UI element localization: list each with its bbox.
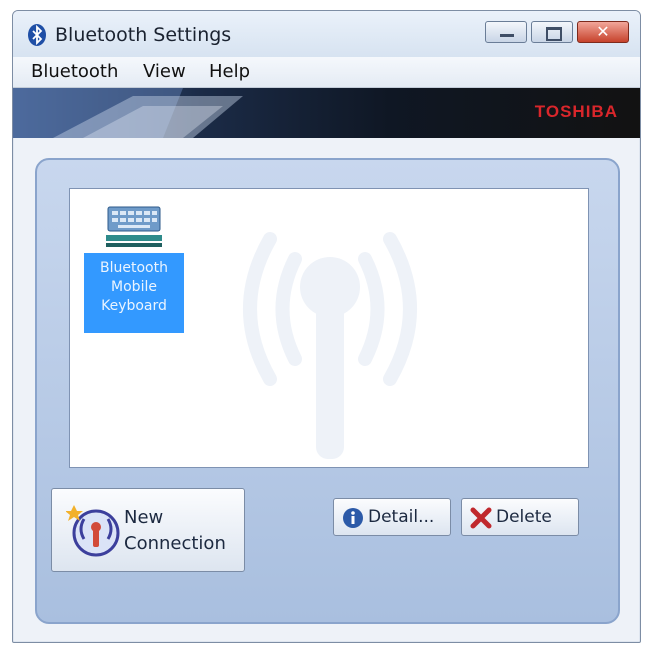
menu-bar: Bluetooth View Help — [13, 57, 640, 88]
window-title: Bluetooth Settings — [55, 24, 232, 46]
keyboard-icon — [106, 206, 162, 247]
menu-help[interactable]: Help — [209, 61, 250, 82]
close-icon: ✕ — [596, 22, 610, 41]
bluetooth-signal-watermark-icon — [243, 232, 417, 459]
laptop-graphic-icon — [13, 88, 243, 138]
brand-banner: TOSHIBA — [13, 88, 640, 138]
menu-bluetooth[interactable]: Bluetooth — [31, 61, 118, 82]
info-icon — [343, 508, 363, 528]
new-connection-label: New Connection — [124, 507, 226, 554]
device-item[interactable]: Bluetooth Mobile Keyboard — [84, 203, 184, 333]
menu-view[interactable]: View — [143, 61, 186, 82]
detail-label: Detail... — [368, 507, 435, 527]
delete-x-icon — [470, 507, 492, 529]
device-name: Bluetooth Mobile Keyboard — [84, 253, 184, 333]
new-connection-icon — [66, 505, 120, 557]
delete-button[interactable]: Delete — [461, 498, 579, 536]
new-connection-button[interactable]: New Connection — [51, 488, 245, 572]
minimize-button[interactable] — [485, 21, 527, 43]
close-button[interactable]: ✕ — [577, 21, 629, 43]
brand-logo: TOSHIBA — [534, 102, 618, 121]
devices-panel: Bluetooth Mobile Keyboard New Connection… — [35, 158, 620, 624]
delete-label: Delete — [496, 507, 552, 527]
bluetooth-settings-window: Bluetooth Settings ✕ Bluetooth View Help… — [12, 10, 641, 643]
maximize-button[interactable] — [531, 21, 573, 43]
detail-button[interactable]: Detail... — [333, 498, 451, 536]
title-bar[interactable]: Bluetooth Settings ✕ — [13, 11, 640, 57]
bluetooth-icon — [28, 24, 46, 46]
device-list[interactable]: Bluetooth Mobile Keyboard — [69, 188, 589, 468]
